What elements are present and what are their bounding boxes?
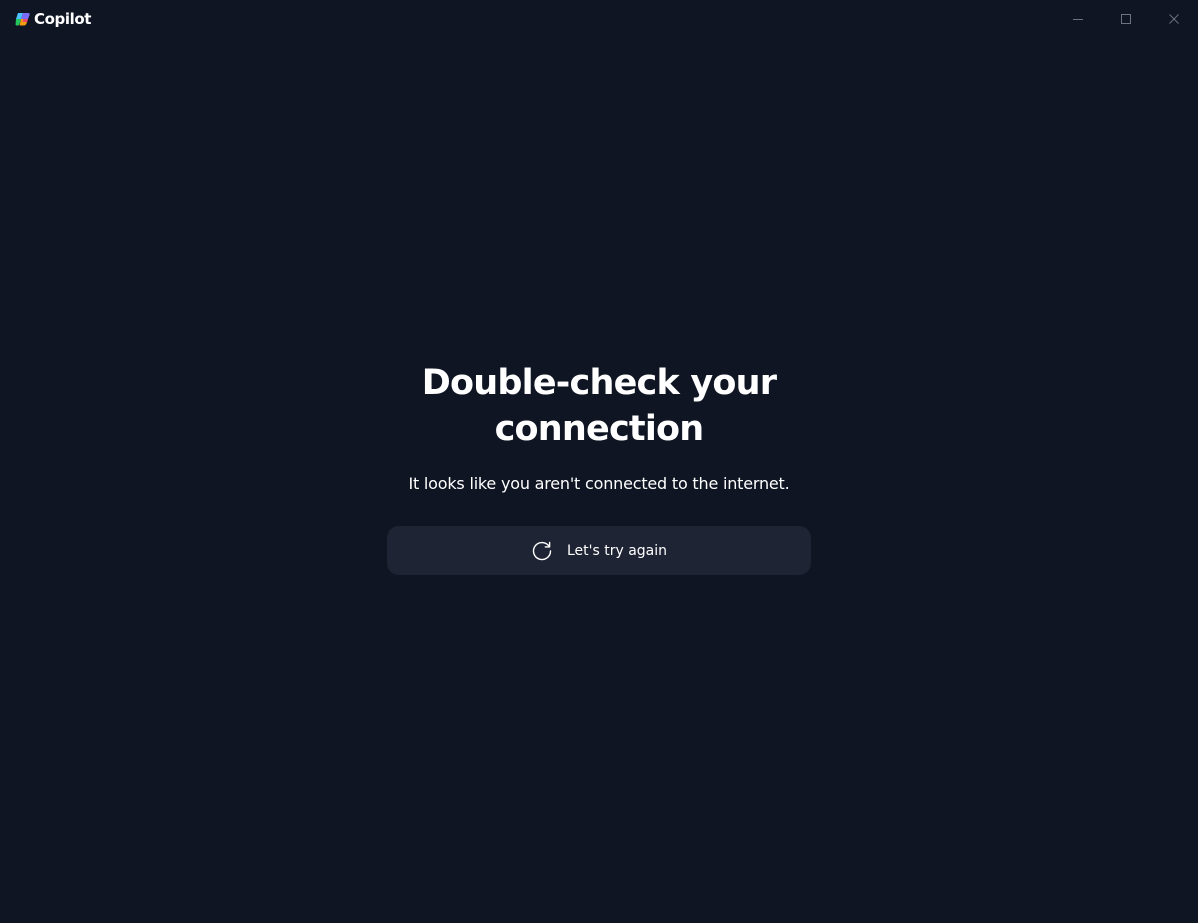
copilot-logo-icon bbox=[15, 11, 31, 27]
minimize-icon bbox=[1072, 10, 1084, 29]
minimize-button[interactable] bbox=[1054, 0, 1102, 38]
retry-button-label: Let's try again bbox=[566, 542, 668, 559]
app-window: Copilot Double-check your connection It … bbox=[0, 0, 1198, 923]
app-name: Copilot bbox=[34, 10, 92, 28]
refresh-icon bbox=[531, 540, 553, 562]
window-controls bbox=[1054, 0, 1198, 38]
retry-button[interactable]: Let's try again bbox=[387, 526, 811, 575]
maximize-icon bbox=[1120, 10, 1132, 29]
connection-error-panel: Double-check your connection It looks li… bbox=[0, 360, 1198, 575]
error-title: Double-check your connection bbox=[421, 363, 777, 449]
error-message: It looks like you aren't connected to th… bbox=[408, 474, 790, 493]
app-brand: Copilot bbox=[15, 10, 91, 28]
close-icon bbox=[1168, 10, 1180, 29]
maximize-button[interactable] bbox=[1102, 0, 1150, 38]
close-button[interactable] bbox=[1150, 0, 1198, 38]
title-bar[interactable]: Copilot bbox=[0, 0, 1198, 38]
